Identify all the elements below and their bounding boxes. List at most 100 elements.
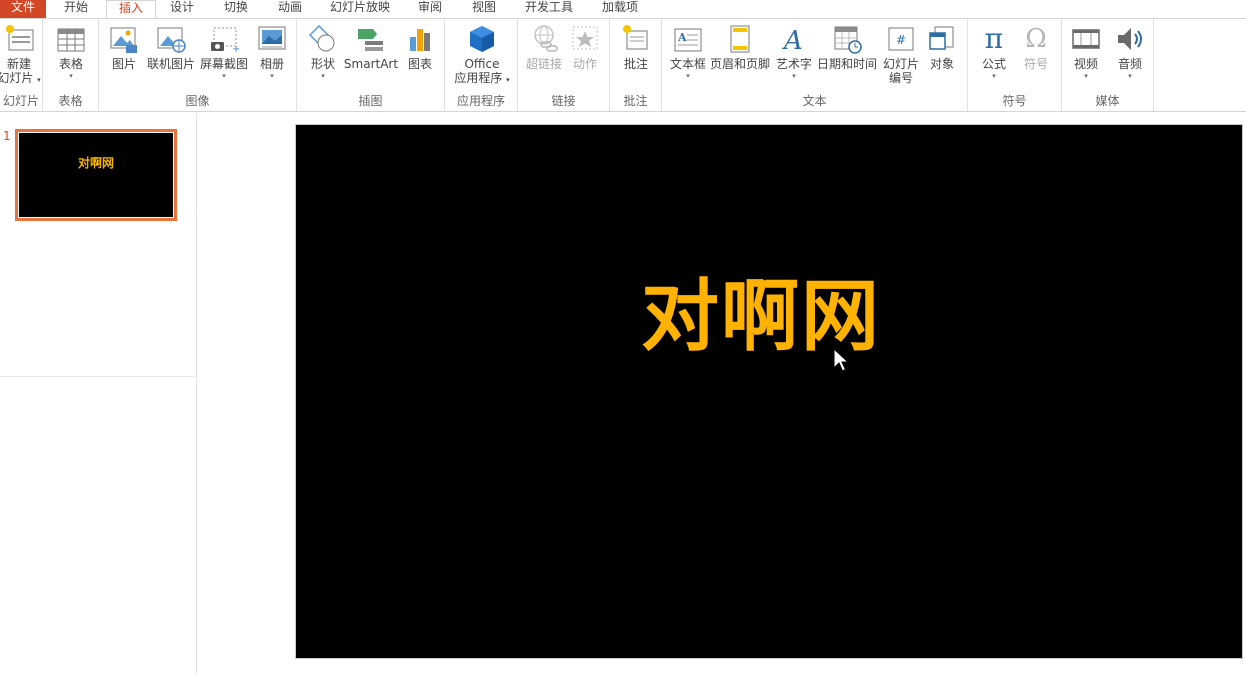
chevron-down-icon: ▾: [37, 76, 41, 84]
ribbon: 新建 幻灯片 ▾ 幻灯片 表格 ▾ 表格 图片 联机图片 + 屏幕截图 ▾ 相册…: [0, 18, 1246, 112]
new-slide-icon: [3, 23, 35, 55]
textbox-button[interactable]: A 文本框 ▾: [666, 23, 710, 81]
equation-label: 公式: [981, 57, 1006, 71]
chevron-down-icon: ▾: [1128, 72, 1132, 80]
star-icon: [569, 23, 601, 55]
slide-thumbnail-canvas: 对啊网: [19, 133, 173, 217]
group-label-comments: 批注: [623, 94, 648, 108]
symbol-button[interactable]: Ω 符号: [1018, 23, 1054, 71]
object-label: 对象: [929, 57, 954, 71]
tab-file[interactable]: 文件: [0, 0, 46, 18]
svg-text:#: #: [896, 33, 906, 47]
group-label-text: 文本: [802, 94, 827, 108]
bar-chart-icon: [404, 23, 436, 55]
tab-home[interactable]: 开始: [54, 0, 98, 18]
group-label-images: 图像: [185, 94, 210, 108]
object-button[interactable]: 对象: [924, 23, 960, 71]
shapes-icon: [307, 23, 339, 55]
online-picture-button[interactable]: 联机图片: [146, 23, 196, 71]
pi-glyph: π: [984, 22, 1004, 55]
comment-label: 批注: [623, 57, 648, 71]
video-button[interactable]: 视频 ▾: [1068, 23, 1104, 81]
video-label: 视频: [1073, 57, 1098, 71]
slide-canvas[interactable]: 对啊网: [295, 124, 1243, 659]
calendar-icon: [831, 23, 863, 55]
action-button[interactable]: 动作: [568, 23, 602, 71]
photo-album-label: 相册: [259, 57, 284, 71]
date-time-button[interactable]: 日期和时间: [816, 23, 878, 71]
wordart-label: 艺术字: [775, 57, 812, 71]
chevron-down-icon: ▾: [270, 72, 274, 80]
group-label-tables: 表格: [58, 94, 83, 108]
group-symbols: π 公式 ▾ Ω 符号 符号: [968, 19, 1062, 111]
slide-thumbnail[interactable]: 对啊网: [15, 129, 177, 221]
equation-button[interactable]: π 公式 ▾: [976, 23, 1012, 81]
group-slides: 新建 幻灯片 ▾ 幻灯片: [0, 19, 43, 111]
tab-review[interactable]: 审阅: [408, 0, 452, 18]
picture-button[interactable]: 图片: [107, 23, 141, 71]
group-illustrations: 形状 ▾ SmartArt 图表 插图: [297, 19, 445, 111]
tab-animations[interactable]: 动画: [268, 0, 312, 18]
chevron-down-icon: ▾: [69, 72, 73, 80]
header-footer-button[interactable]: 页眉和页脚: [709, 23, 771, 71]
screenshot-icon: +: [208, 23, 240, 55]
group-comments: 批注 批注: [610, 19, 662, 111]
photo-album-button[interactable]: 相册 ▾: [255, 23, 289, 81]
chevron-down-icon: ▾: [992, 72, 996, 80]
chevron-down-icon: ▾: [792, 72, 796, 80]
textbox-label: 文本框: [669, 57, 706, 71]
svg-text:+: +: [232, 44, 240, 55]
smartart-label: SmartArt: [343, 57, 399, 71]
tab-design[interactable]: 设计: [160, 0, 204, 18]
svg-text:A: A: [782, 26, 803, 55]
tab-transitions[interactable]: 切换: [214, 0, 258, 18]
group-label-illustrations: 插图: [358, 94, 383, 108]
office-apps-label-2: 应用程序: [454, 71, 503, 85]
office-apps-label-1: Office: [464, 57, 500, 71]
tab-insert[interactable]: 插入: [106, 0, 156, 19]
chart-button[interactable]: 图表: [403, 23, 437, 71]
slide-thumbnails-panel[interactable]: 1 对啊网: [0, 113, 197, 673]
photo-album-icon: [256, 23, 288, 55]
audio-button[interactable]: 音频 ▾: [1112, 23, 1148, 81]
shapes-label: 形状: [310, 57, 335, 71]
wordart-button[interactable]: A 艺术字 ▾: [774, 23, 814, 81]
audio-label: 音频: [1117, 57, 1142, 71]
tab-addins[interactable]: 加载项: [592, 0, 648, 18]
shapes-button[interactable]: 形状 ▾: [305, 23, 341, 81]
slide-number-label-1: 幻灯片: [882, 57, 919, 71]
wordart-icon: A: [778, 23, 810, 56]
smartart-button[interactable]: SmartArt: [343, 23, 399, 71]
tab-slideshow[interactable]: 幻灯片放映: [322, 0, 398, 18]
pi-icon: π: [978, 23, 1010, 55]
textbox-icon: A: [672, 23, 704, 55]
screenshot-button[interactable]: + 屏幕截图 ▾: [199, 23, 249, 81]
action-label: 动作: [572, 57, 597, 71]
new-slide-label-1: 新建: [6, 57, 31, 71]
group-label-links: 链接: [551, 94, 576, 108]
group-links: 超链接 动作 链接: [518, 19, 610, 111]
svg-text:A: A: [677, 31, 687, 44]
new-slide-button[interactable]: 新建 幻灯片 ▾: [0, 23, 42, 87]
picture-icon: [108, 23, 140, 55]
group-apps: Office 应用程序 ▾ 应用程序: [445, 19, 518, 111]
group-text: A 文本框 ▾ 页眉和页脚 A 艺术字 ▾ 日期和时间 # 幻灯片 编号 对象 …: [662, 19, 968, 111]
online-picture-label: 联机图片: [146, 57, 195, 71]
chevron-down-icon: ▾: [1084, 72, 1088, 80]
symbol-label: 符号: [1023, 57, 1048, 71]
header-footer-icon: [724, 23, 756, 55]
tab-view[interactable]: 视图: [462, 0, 506, 18]
group-label-apps: 应用程序: [456, 94, 505, 108]
panel-divider: [0, 376, 196, 377]
tab-developer[interactable]: 开发工具: [516, 0, 582, 18]
comment-button[interactable]: 批注: [618, 23, 654, 71]
film-icon: [1070, 23, 1102, 55]
table-button[interactable]: 表格 ▾: [53, 23, 89, 81]
screenshot-label: 屏幕截图: [199, 57, 248, 71]
omega-icon: Ω: [1020, 23, 1052, 55]
group-label-symbols: 符号: [1002, 94, 1027, 108]
hyperlink-button[interactable]: 超链接: [522, 23, 566, 71]
office-apps-button[interactable]: Office 应用程序 ▾: [451, 23, 513, 87]
slide-number-label-2: 编号: [888, 71, 913, 85]
slide-number-button[interactable]: # 幻灯片 编号: [880, 23, 922, 85]
